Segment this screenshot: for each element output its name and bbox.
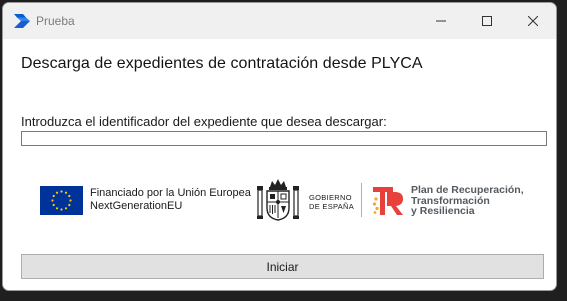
identifier-label: Introduzca el identificador del expedien… xyxy=(21,114,387,129)
maximize-button[interactable] xyxy=(464,3,510,39)
power-automate-icon xyxy=(14,14,30,28)
prtr-text: Plan de Recuperación, Transformación y R… xyxy=(411,185,524,217)
spain-government-text: GOBIERNO DE ESPAÑA xyxy=(309,193,354,211)
eu-funding-text: Financiado por la Unión Europea NextGene… xyxy=(90,187,251,213)
close-button[interactable] xyxy=(510,3,556,39)
eu-flag-icon xyxy=(40,186,83,215)
funding-logos: Financiado por la Unión Europea NextGene… xyxy=(3,175,556,225)
prtr-logo-icon xyxy=(372,187,403,215)
maximize-icon xyxy=(482,16,492,26)
close-icon xyxy=(528,16,538,26)
start-button[interactable]: Iniciar xyxy=(21,254,544,279)
spain-coat-of-arms-icon xyxy=(257,179,299,221)
logo-divider xyxy=(361,183,362,217)
gov-line2: DE ESPAÑA xyxy=(309,202,355,211)
title-bar[interactable]: Prueba xyxy=(3,3,556,39)
app-window: Prueba Descarga de expedientes de contra… xyxy=(2,2,557,291)
main-panel: Descarga de expedientes de contratación … xyxy=(3,39,556,290)
eu-funding-line1: Financiado por la Unión Europea xyxy=(90,187,251,199)
gov-line1: GOBIERNO xyxy=(309,193,352,202)
minimize-icon xyxy=(436,20,446,22)
minimize-button[interactable] xyxy=(418,3,464,39)
prtr-line1: Plan de Recuperación, xyxy=(411,184,524,196)
window-title: Prueba xyxy=(36,14,75,28)
eu-funding-line2: NextGenerationEU xyxy=(90,200,183,212)
page-title: Descarga de expedientes de contratación … xyxy=(21,55,423,72)
prtr-line3: y Resiliencia xyxy=(411,205,475,217)
identifier-input[interactable] xyxy=(21,131,547,146)
